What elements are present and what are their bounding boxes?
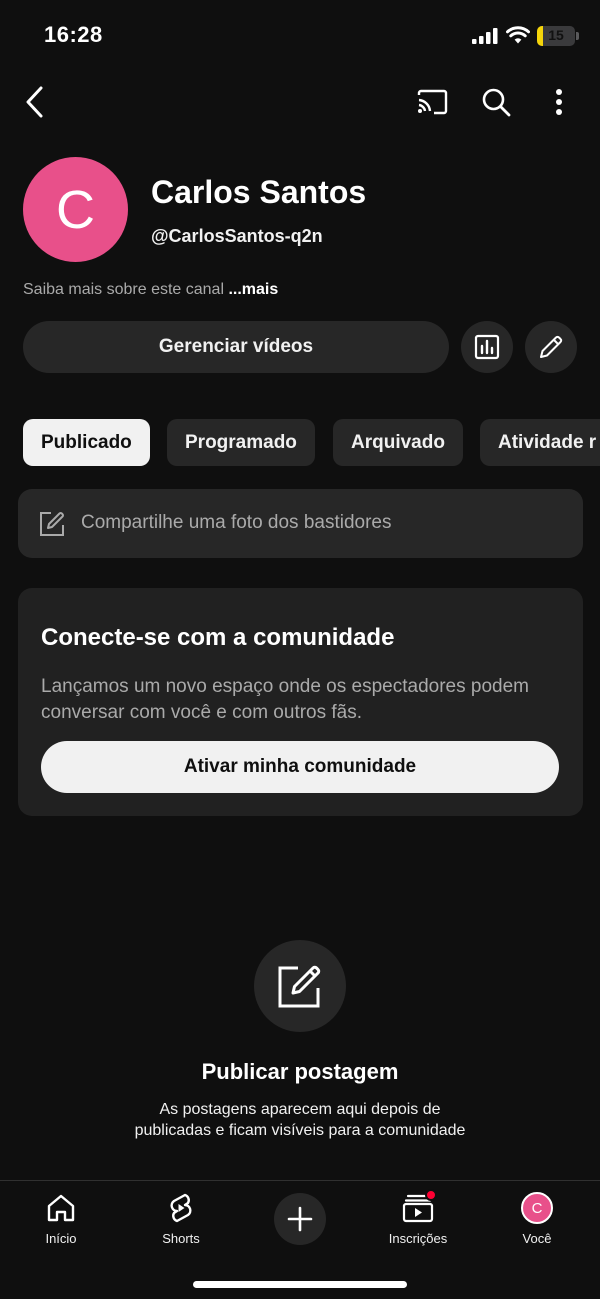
share-post-field[interactable]: Compartilhe uma foto dos bastidores <box>18 489 583 558</box>
channel-avatar[interactable]: C <box>23 157 128 262</box>
manage-videos-button[interactable]: Gerenciar vídeos <box>23 321 449 373</box>
create-button[interactable] <box>274 1193 326 1245</box>
nav-shorts-label: Shorts <box>162 1231 200 1246</box>
publish-post-button[interactable] <box>254 940 346 1032</box>
nav-shorts[interactable]: Shorts <box>131 1191 231 1251</box>
about-text: Saiba mais sobre este canal <box>23 281 224 298</box>
cast-button[interactable] <box>412 82 452 122</box>
battery-indicator: 15 <box>537 26 575 46</box>
channel-name: Carlos Santos <box>151 174 367 210</box>
compose-icon <box>40 512 64 536</box>
activate-community-button[interactable]: Ativar minha comunidade <box>41 741 559 793</box>
status-bar: 16:28 15 <box>0 0 600 72</box>
back-arrow-icon <box>26 86 43 118</box>
battery-level: 15 <box>548 27 564 43</box>
community-description: Lançamos um novo espaço onde os espectad… <box>41 676 529 723</box>
edit-channel-button[interactable] <box>525 321 577 373</box>
home-icon <box>47 1194 75 1222</box>
nav-home-label: Início <box>45 1231 77 1246</box>
back-button[interactable] <box>14 82 54 122</box>
empty-state-title: Publicar postagem <box>201 1059 399 1084</box>
chip-archived[interactable]: Arquivado <box>333 419 463 466</box>
nav-you[interactable]: C Você <box>487 1191 587 1251</box>
cast-icon <box>417 89 448 115</box>
status-time: 16:28 <box>44 22 103 47</box>
wifi-icon <box>506 26 530 44</box>
chip-scheduled[interactable]: Programado <box>167 419 315 466</box>
nav-home[interactable]: Início <box>11 1191 111 1251</box>
chip-published[interactable]: Publicado <box>23 419 150 466</box>
about-more-link[interactable]: ...mais <box>228 281 278 298</box>
plus-icon <box>287 1206 313 1232</box>
nav-subscriptions-label: Inscrições <box>388 1231 448 1246</box>
community-card: Conecte-se com a comunidade Lançamos um … <box>18 588 583 816</box>
home-indicator[interactable] <box>193 1281 407 1288</box>
signal-icon <box>472 28 498 44</box>
empty-state-description: As postagens aparecem aqui depois de pub… <box>134 1101 466 1139</box>
analytics-button[interactable] <box>461 321 513 373</box>
more-options-button[interactable] <box>539 82 579 122</box>
notification-dot <box>425 1189 437 1201</box>
share-placeholder: Compartilhe uma foto dos bastidores <box>81 512 392 533</box>
shorts-icon <box>170 1193 192 1223</box>
nav-you-label: Você <box>522 1231 552 1246</box>
compose-icon <box>278 965 321 1008</box>
nav-subscriptions[interactable]: Inscrições <box>368 1189 468 1251</box>
avatar-icon: C <box>521 1192 553 1224</box>
bottom-nav: Início Shorts Inscrições C Você <box>0 1180 600 1299</box>
search-icon <box>482 88 511 117</box>
chip-activity[interactable]: Atividade r <box>480 419 600 466</box>
battery-tip <box>576 32 579 40</box>
channel-handle: @CarlosSantos-q2n <box>151 226 323 246</box>
search-button[interactable] <box>476 82 516 122</box>
edit-pencil-icon <box>540 335 563 358</box>
more-vert-icon <box>556 89 562 115</box>
analytics-icon <box>474 334 500 360</box>
channel-about[interactable]: Saiba mais sobre este canal ...mais <box>23 281 278 299</box>
community-title: Conecte-se com a comunidade <box>41 624 395 651</box>
